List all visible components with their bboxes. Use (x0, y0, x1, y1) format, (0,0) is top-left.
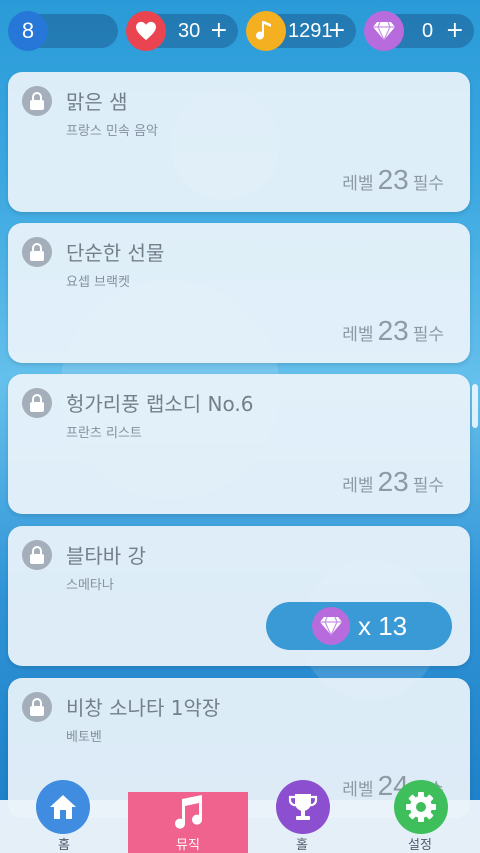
song-title: 블타바 강 (66, 544, 146, 568)
requirement-prefix: 레벨 (342, 476, 374, 496)
add-hearts-button[interactable]: + (210, 14, 228, 48)
song-title: 헝가리풍 랩소디 No.6 (66, 392, 254, 416)
hearts-value: 30 (178, 20, 201, 42)
level-requirement: 레벨 23 필수 (342, 164, 444, 196)
gems-value: 0 (422, 20, 434, 42)
song-composer: 프랑스 민속 음악 (66, 124, 158, 139)
requirement-suffix: 필수 (412, 476, 444, 496)
gear-icon (394, 780, 448, 834)
gem-icon (364, 11, 404, 51)
requirement-prefix: 레벨 (342, 174, 374, 194)
gem-price: x 13 (358, 610, 408, 641)
nav-item-settings[interactable]: 설정 (360, 780, 480, 853)
level-badge: 8 (8, 11, 48, 51)
lock-icon (22, 388, 52, 418)
song-card[interactable]: 헝가리풍 랩소디 No.6 프란츠 리스트 레벨 23 필수 (8, 374, 470, 514)
requirement-suffix: 필수 (412, 325, 444, 345)
song-card[interactable]: 단순한 선물 요셉 브랙켓 레벨 23 필수 (8, 223, 470, 363)
nav-item-music[interactable]: 뮤직 (128, 792, 248, 853)
music-note-icon (246, 11, 286, 51)
gems-display[interactable]: 0 + (364, 11, 474, 51)
song-title: 비창 소나타 1악장 (66, 696, 221, 720)
level-value: 8 (21, 18, 35, 43)
nav-label-hall: 홀 (296, 838, 308, 853)
trophy-icon (276, 780, 330, 834)
status-bar: 8 30 + 1291 + 0 + (0, 0, 480, 64)
add-gems-button[interactable]: + (446, 14, 464, 48)
add-notes-button[interactable]: + (328, 14, 346, 48)
notes-display[interactable]: 1291 + (246, 11, 356, 51)
song-title: 맑은 샘 (66, 90, 128, 114)
lock-icon (22, 540, 52, 570)
required-level: 23 (377, 466, 409, 497)
requirement-prefix: 레벨 (342, 325, 374, 345)
notes-value: 1291 (288, 20, 333, 42)
bottom-nav: 홈 뮤직 홀 설정 (0, 780, 480, 853)
nav-item-home[interactable]: 홈 (4, 780, 124, 853)
level-requirement: 레벨 23 필수 (342, 466, 444, 498)
song-composer: 프란츠 리스트 (66, 426, 142, 441)
nav-item-hall[interactable]: 홀 (242, 780, 362, 853)
lock-icon (22, 86, 52, 116)
lock-icon (22, 692, 52, 722)
home-icon (36, 780, 90, 834)
hearts-display[interactable]: 30 + (126, 11, 238, 51)
lock-icon (22, 237, 52, 267)
heart-icon (126, 11, 166, 51)
music-note-icon (162, 786, 216, 840)
song-composer: 요셉 브랙켓 (66, 275, 130, 290)
required-level: 23 (377, 164, 409, 195)
unlock-with-gems-button[interactable]: x 13 (266, 602, 452, 650)
song-card[interactable]: 맑은 샘 프랑스 민속 음악 레벨 23 필수 (8, 72, 470, 212)
required-level: 23 (377, 315, 409, 346)
gem-icon (312, 607, 350, 645)
song-composer: 베토벤 (66, 730, 102, 745)
song-composer: 스메타나 (66, 578, 114, 593)
nav-label-home: 홈 (58, 838, 70, 853)
nav-label-settings: 설정 (408, 838, 432, 853)
level-display: 8 (8, 11, 118, 51)
song-title: 단순한 선물 (66, 241, 165, 265)
song-card[interactable]: 블타바 강 스메타나 x 13 (8, 526, 470, 666)
scrollbar-thumb[interactable] (472, 384, 478, 428)
nav-label-music: 뮤직 (176, 838, 200, 853)
level-requirement: 레벨 23 필수 (342, 315, 444, 347)
requirement-suffix: 필수 (412, 174, 444, 194)
